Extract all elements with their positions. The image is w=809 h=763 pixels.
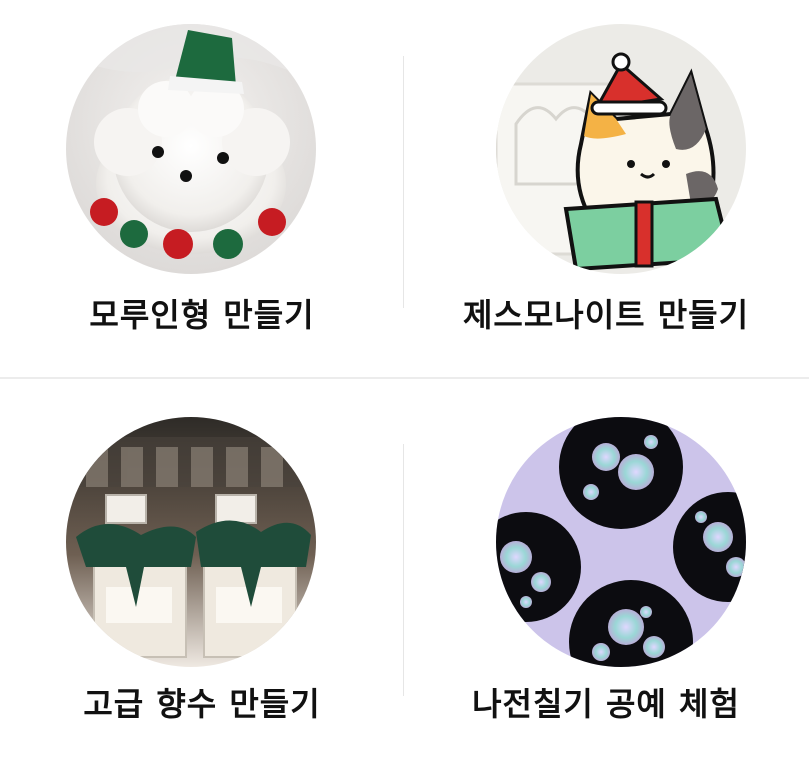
category-card-najeon-chilgi[interactable]: 나전칠기 공예 체험 (404, 379, 808, 763)
perfume-image (66, 417, 316, 667)
row-divider (0, 377, 809, 379)
jesmonite-image (496, 24, 746, 274)
category-card-jesmonite[interactable]: 제스모나이트 만들기 (404, 0, 808, 377)
category-label: 고급 향수 만들기 (83, 685, 321, 723)
category-card-perfume[interactable]: 고급 향수 만들기 (0, 379, 404, 763)
category-card-moru-doll[interactable]: 모루인형 만들기 (0, 0, 404, 377)
category-label: 모루인형 만들기 (89, 296, 315, 334)
category-label: 제스모나이트 만들기 (462, 296, 750, 334)
class-category-grid: 모루인형 만들기 제스모나이트 만들기 고급 향수 만들기 나전칠기 공예 체험 (0, 0, 809, 763)
column-divider-bottom (403, 444, 404, 696)
column-divider-top (403, 56, 404, 308)
moru-doll-image (66, 24, 316, 274)
najeon-chilgi-image (496, 417, 746, 667)
category-label: 나전칠기 공예 체험 (472, 685, 740, 723)
